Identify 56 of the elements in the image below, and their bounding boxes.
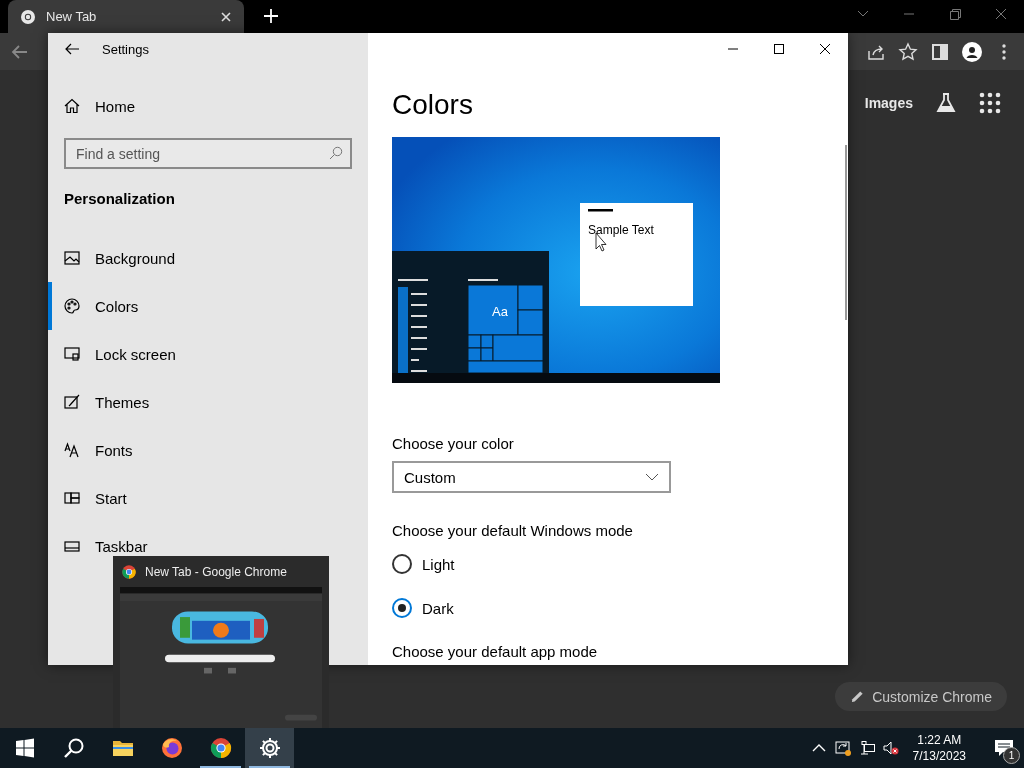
sidebar-item[interactable]: Start [48,474,368,522]
chrome-icon [208,736,233,760]
picture-icon [64,250,80,266]
radio-option[interactable]: Dark [392,596,454,620]
section-heading: Personalization [64,189,176,209]
notification-badge: 1 [1003,747,1020,764]
taskbar-icon [64,538,80,554]
star-icon[interactable] [898,41,918,62]
monitor-icon [64,346,80,362]
sidebar-item[interactable]: Colors [48,282,368,330]
popup-title: New Tab - Google Chrome [145,565,287,579]
field-label: Choose your default Windows mode [392,521,633,541]
tile-label: Aa [492,304,508,319]
gear-icon [257,736,282,760]
tab-title: New Tab [46,9,98,24]
pencil-icon [851,690,865,703]
side-panel-icon[interactable] [930,41,950,62]
sidebar-item[interactable]: Fonts [48,426,368,474]
scrollbar[interactable] [845,145,847,320]
images-link[interactable]: Images [864,95,913,111]
muted-speaker-icon[interactable] [882,740,899,756]
window-title: Settings [102,41,149,57]
network-icon[interactable] [858,740,875,756]
clock-date[interactable]: 7/13/2023 [912,748,966,764]
maximize-icon [773,43,785,55]
taskbar-app-button[interactable] [245,728,294,768]
customize-chrome-button[interactable]: Customize Chrome [835,682,1007,711]
sidebar-item[interactable]: Background [48,234,368,282]
chrome-icon [121,564,137,580]
close-icon [819,43,831,55]
flask-icon[interactable] [935,92,957,114]
home-icon [64,98,80,114]
apps-grid-icon[interactable] [979,92,1001,114]
color-dropdown[interactable]: Custom [392,461,671,493]
page-title: Colors [392,88,473,122]
field-label: Choose your default app mode [392,642,598,662]
home-nav-item[interactable]: Home [48,94,368,118]
field-label: Choose your color [392,434,514,454]
chrome-icon [20,8,36,25]
brush-icon [64,394,80,410]
plus-icon[interactable] [263,8,279,24]
radio-option[interactable]: Light [392,552,455,576]
sync-icon[interactable] [834,740,851,756]
search-field[interactable]: Find a setting [64,138,352,169]
clock-time[interactable]: 1:22 AM [917,732,962,748]
grid-icon [64,490,80,506]
sidebar-item[interactable]: Lock screen [48,330,368,378]
sample-text: Sample Text [588,223,654,237]
search-icon [329,146,343,160]
back-arrow-icon[interactable] [64,41,80,57]
profile-icon[interactable] [962,41,982,62]
firefox-icon [159,736,184,760]
browser-tab[interactable]: New Tab [8,0,244,33]
palette-icon [64,298,80,314]
sidebar-item[interactable]: Themes [48,378,368,426]
font-icon [64,442,80,458]
